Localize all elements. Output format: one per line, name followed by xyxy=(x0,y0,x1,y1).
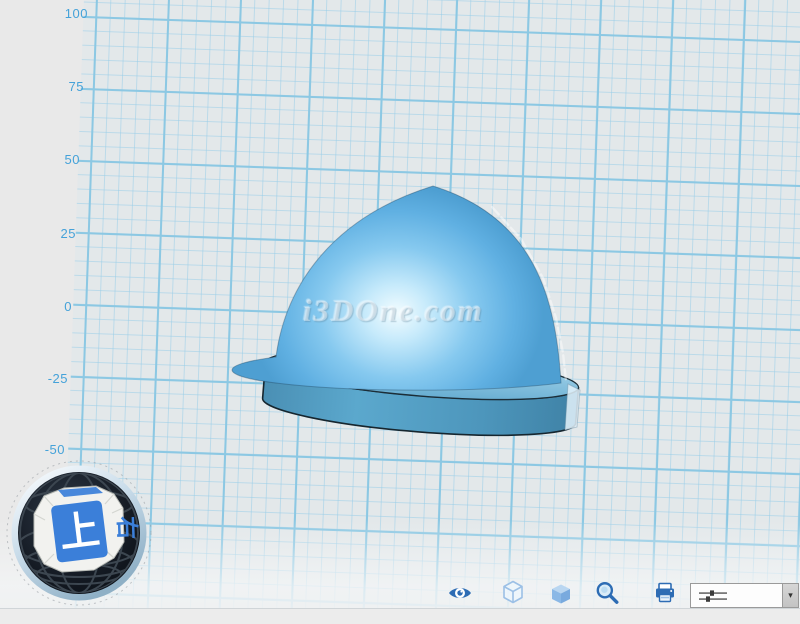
solid-cube-icon xyxy=(549,582,573,606)
shaded-display-button[interactable] xyxy=(548,581,574,607)
dropdown-arrow-button[interactable]: ▾ xyxy=(782,584,798,607)
magnifier-icon xyxy=(594,580,620,606)
print-button[interactable] xyxy=(652,580,678,606)
model-dome-surface[interactable] xyxy=(232,186,561,390)
viewcube-front-face-label: 上 xyxy=(57,508,102,557)
eye-icon xyxy=(448,581,472,605)
display-mode-dropdown[interactable]: ▾ xyxy=(690,583,799,608)
printer-icon xyxy=(653,581,677,605)
display-mode-current[interactable] xyxy=(691,584,782,607)
slider-settings-icon xyxy=(698,588,732,604)
chevron-down-icon: ▾ xyxy=(788,590,793,601)
visibility-button[interactable] xyxy=(447,580,473,606)
navigation-viewcube[interactable]: 上 右 xyxy=(0,450,165,624)
cad-viewport-window: { "watermark": { "text": "i3DOne.com" },… xyxy=(0,0,800,624)
zoom-tool-button[interactable] xyxy=(594,580,620,606)
viewcube-side-face-label[interactable]: 右 xyxy=(114,516,141,540)
wireframe-cube-icon xyxy=(501,580,525,604)
viewcube-front-face[interactable]: 上 xyxy=(51,500,109,563)
wireframe-display-button[interactable] xyxy=(500,579,526,605)
base-facet-highlight xyxy=(565,384,580,430)
